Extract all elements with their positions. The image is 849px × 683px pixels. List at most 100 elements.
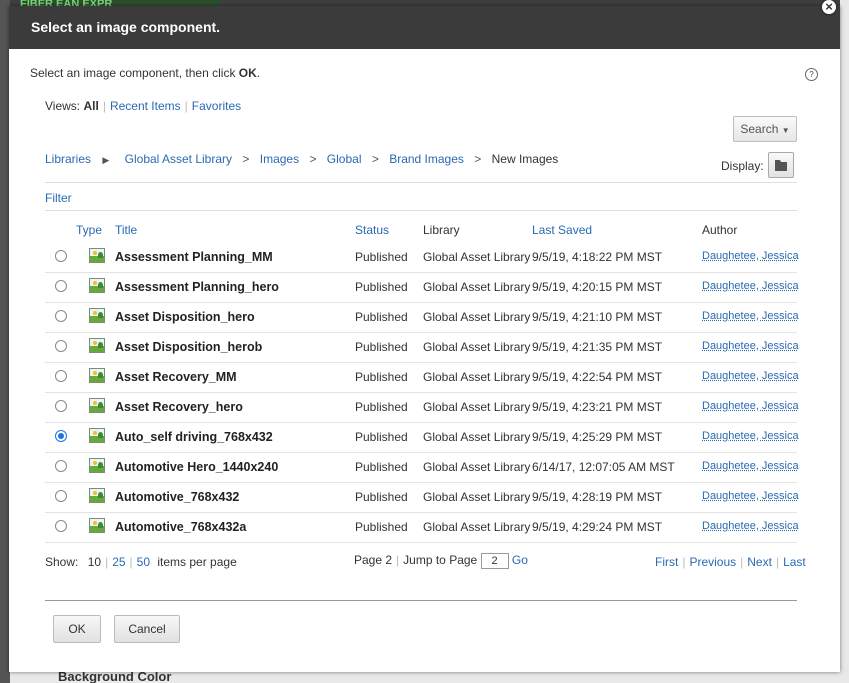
page-jump: Page 2 | Jump to Page 2 Go — [354, 553, 528, 569]
select-radio[interactable] — [55, 370, 67, 382]
select-radio[interactable] — [55, 490, 67, 502]
row-status: Published — [355, 520, 408, 534]
image-type-icon — [89, 428, 105, 443]
table-row[interactable]: Asset Recovery_MM Published Global Asset L… — [45, 362, 799, 393]
row-last-saved: 9/5/19, 4:22:54 PM MST — [532, 370, 663, 384]
background-bottom-label: Background Color — [58, 672, 172, 683]
breadcrumb-brand-images[interactable]: Brand Images — [389, 152, 464, 166]
row-author-link[interactable]: Daughetee, Jessica — [702, 250, 799, 262]
row-author-link[interactable]: Daughetee, Jessica — [702, 400, 799, 412]
row-last-saved: 9/5/19, 4:20:15 PM MST — [532, 280, 663, 294]
row-library: Global Asset Library — [423, 400, 531, 414]
select-radio[interactable] — [55, 520, 67, 532]
select-image-dialog: Select an image component. Select an ima… — [9, 6, 840, 672]
table-row[interactable]: Asset Disposition_herob Published Global A… — [45, 332, 799, 363]
views-label: Views: — [45, 99, 81, 113]
row-library: Global Asset Library — [423, 250, 531, 264]
breadcrumb-global-asset-library[interactable]: Global Asset Library — [125, 152, 232, 166]
column-header-status[interactable]: Status — [355, 223, 389, 237]
row-library: Global Asset Library — [423, 280, 531, 294]
image-type-icon — [89, 278, 105, 293]
select-radio[interactable] — [55, 310, 67, 322]
row-library: Global Asset Library — [423, 490, 531, 504]
display-toggle-button[interactable] — [768, 152, 794, 178]
cancel-button[interactable]: Cancel — [114, 615, 180, 643]
row-title: Asset Disposition_herob — [115, 340, 263, 354]
filter-link[interactable]: Filter — [45, 191, 72, 205]
row-author-link[interactable]: Daughetee, Jessica — [702, 430, 799, 442]
image-type-icon — [89, 248, 105, 263]
breadcrumb-libraries[interactable]: Libraries — [45, 152, 91, 166]
table-row[interactable]: Automotive Hero_1440x240 Published Global … — [45, 452, 799, 483]
column-header-title[interactable]: Title — [115, 223, 137, 237]
breadcrumb-images[interactable]: Images — [260, 152, 299, 166]
row-title: Assessment Planning_MM — [115, 250, 273, 264]
background-right — [840, 0, 849, 683]
ok-button[interactable]: OK — [53, 615, 101, 643]
table-row[interactable]: Automotive_768x432a Published Global Asset… — [45, 512, 799, 543]
select-radio[interactable] — [55, 400, 67, 412]
table-row[interactable]: Assessment Planning_hero Published Global … — [45, 272, 799, 303]
page-size-25[interactable]: 25 — [112, 555, 125, 569]
row-author-link[interactable]: Daughetee, Jessica — [702, 280, 799, 292]
breadcrumb-separator: > — [309, 152, 317, 166]
table-row[interactable]: Asset Recovery_hero Published Global Asset… — [45, 392, 799, 423]
row-author-link[interactable]: Daughetee, Jessica — [702, 340, 799, 352]
column-header-type[interactable]: Type — [76, 223, 102, 237]
next-page-link[interactable]: Next — [747, 555, 772, 569]
row-status: Published — [355, 460, 408, 474]
image-type-icon — [89, 338, 105, 353]
display-label: Display: — [721, 159, 764, 173]
search-label: Search — [740, 122, 779, 136]
jump-page-input[interactable]: 2 — [480, 553, 509, 569]
help-icon[interactable]: ? — [805, 68, 818, 81]
select-radio[interactable] — [55, 430, 67, 442]
row-status: Published — [355, 400, 408, 414]
go-link[interactable]: Go — [512, 553, 528, 567]
pagination-nav: First | Previous | Next | Last — [655, 555, 806, 569]
table-row[interactable]: Assessment Planning_MM Published Global As… — [45, 242, 799, 273]
row-last-saved: 9/5/19, 4:21:10 PM MST — [532, 310, 663, 324]
row-title: Automotive_768x432a — [115, 520, 247, 534]
page-size-10[interactable]: 10 — [88, 555, 101, 569]
page-size-50[interactable]: 50 — [137, 555, 150, 569]
first-page-link[interactable]: First — [655, 555, 678, 569]
select-radio[interactable] — [55, 340, 67, 352]
breadcrumb-global[interactable]: Global — [327, 152, 362, 166]
divider — [45, 210, 797, 211]
jump-label: Jump to Page — [403, 553, 478, 568]
views-favorites-link[interactable]: Favorites — [192, 99, 241, 113]
table-row[interactable]: Asset Disposition_hero Published Global As… — [45, 302, 799, 333]
instruction-text: Select an image component, then click OK… — [30, 66, 260, 80]
row-author-link[interactable]: Daughetee, Jessica — [702, 310, 799, 322]
select-radio[interactable] — [55, 280, 67, 292]
show-label: Show: — [45, 555, 79, 569]
page-size-selector: Show: 10 | 25 | 50 items per page — [45, 555, 237, 569]
row-author-link[interactable]: Daughetee, Jessica — [702, 370, 799, 382]
row-author-link[interactable]: Daughetee, Jessica — [702, 460, 799, 472]
instruction-prefix: Select an image component, then click — [30, 66, 239, 80]
views-all[interactable]: All — [83, 99, 98, 113]
search-button[interactable]: Search ▼ — [733, 116, 797, 142]
background-bottom: Background Color — [10, 672, 840, 683]
page-indicator: Page 2 — [354, 553, 393, 568]
table-row[interactable]: Automotive_768x432 Published Global Asset … — [45, 482, 799, 513]
caret-right-icon: ▶ — [102, 155, 110, 165]
row-last-saved: 9/5/19, 4:28:19 PM MST — [532, 490, 663, 504]
row-author-link[interactable]: Daughetee, Jessica — [702, 490, 799, 502]
previous-page-link[interactable]: Previous — [689, 555, 736, 569]
select-radio[interactable] — [55, 460, 67, 472]
row-title: Asset Recovery_hero — [115, 400, 243, 414]
image-type-icon — [89, 518, 105, 533]
views-recent-link[interactable]: Recent Items — [110, 99, 181, 113]
last-page-link[interactable]: Last — [783, 555, 806, 569]
row-title: Asset Recovery_MM — [115, 370, 237, 384]
row-status: Published — [355, 370, 408, 384]
row-last-saved: 9/5/19, 4:29:24 PM MST — [532, 520, 663, 534]
row-library: Global Asset Library — [423, 520, 531, 534]
table-row[interactable]: Auto_self driving_768x432 Published Global… — [45, 422, 799, 453]
select-radio[interactable] — [55, 250, 67, 262]
column-header-last-saved[interactable]: Last Saved — [532, 223, 592, 237]
row-author-link[interactable]: Daughetee, Jessica — [702, 520, 799, 532]
breadcrumb: Libraries ▶ Global Asset Library > Image… — [45, 152, 558, 166]
